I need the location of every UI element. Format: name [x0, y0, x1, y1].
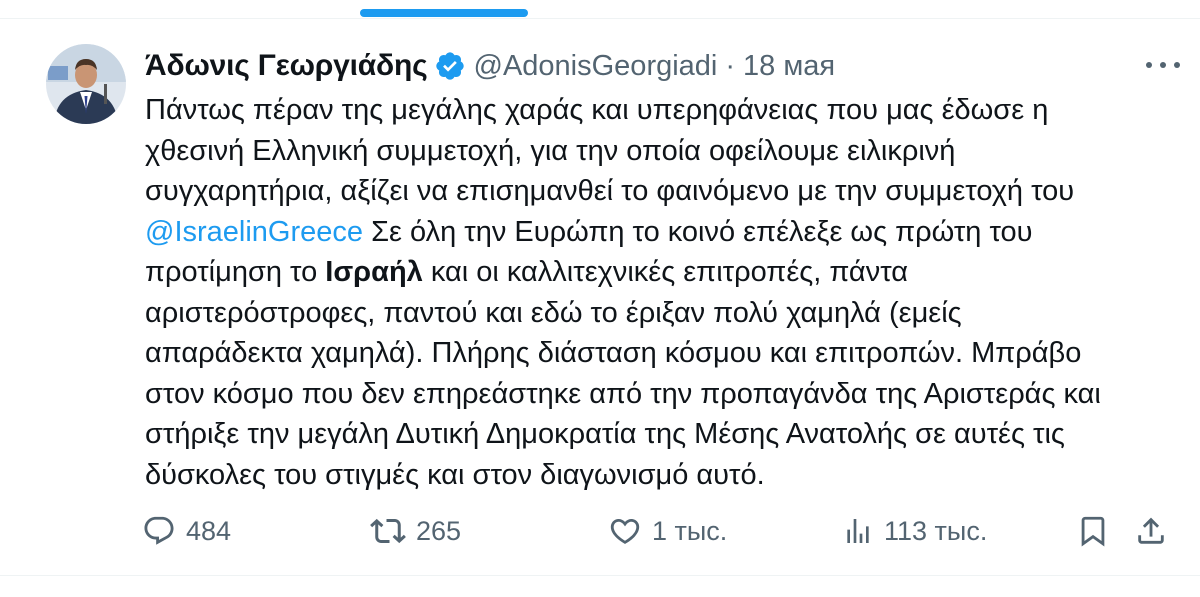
text-segment: Σε όλη την Ευρώπη το κοινό επέλεξε ως πρ…: [363, 215, 1033, 248]
text-segment: στήριξε την μεγάλη Δυτική Δημοκρατία της…: [145, 418, 1065, 450]
verified-badge-icon: [434, 50, 466, 82]
retweet-icon: [370, 518, 406, 544]
views-count: 113 тыс.: [884, 515, 988, 546]
tweet-text-line: χθεσινή Ελληνική συμμετοχή, για την οποί…: [145, 131, 1185, 172]
tweet-text-line: Πάντως πέραν της μεγάλης χαράς και υπερη…: [145, 90, 1185, 131]
bold-text: Ισραήλ: [325, 256, 423, 288]
like-count: 1 тыс.: [652, 515, 728, 546]
more-dot: [1160, 62, 1166, 68]
share-icon: [1138, 517, 1164, 544]
text-segment: χθεσινή Ελληνική συμμετοχή, για την οποί…: [145, 134, 956, 167]
more-options-icon[interactable]: [1146, 52, 1180, 78]
views-chart-icon: [847, 519, 869, 543]
text-segment: απαράδεκτα χαμηλά). Πλήρης διάσταση κόσμ…: [145, 337, 1082, 369]
bookmark-icon: [1081, 516, 1105, 547]
bottom-divider: [0, 575, 1200, 576]
author-handle[interactable]: @AdonisGeorgiadi: [474, 50, 718, 83]
tweet-text: Πάντως πέραν της μεγάλης χαράς και υπερη…: [145, 90, 1185, 495]
avatar-photo: [46, 44, 126, 124]
like-button[interactable]: 1 тыс.: [608, 508, 727, 554]
tweet-text-line: αριστερόστροφες, παντού και εδώ το έριξα…: [145, 293, 1185, 334]
tweet-timestamp[interactable]: 18 мая: [743, 50, 835, 83]
text-segment: αριστερόστροφες, παντού και εδώ το έριξα…: [145, 296, 962, 329]
text-segment: συγχαρητήρια, αξίζει να επισημανθεί το φ…: [145, 175, 1075, 207]
tweet-text-line: στον κόσμο που δεν επηρεάστηκε από την π…: [145, 374, 1185, 415]
tweet-actions-bar: 484 265 1 тыс. 113 тыс.: [142, 508, 1182, 554]
share-button[interactable]: [1134, 508, 1168, 554]
retweet-count: 265: [416, 515, 462, 546]
more-dot: [1146, 62, 1152, 68]
reply-count: 484: [186, 515, 232, 546]
text-segment: στον κόσμο που δεν επηρεάστηκε από την π…: [145, 377, 1101, 410]
bookmark-button[interactable]: [1076, 508, 1110, 554]
text-segment: δύσκολες του στιγμές και στον διαγωνισμό…: [145, 458, 765, 491]
mention-link[interactable]: @IsraelinGreece: [145, 216, 363, 248]
top-divider: [0, 18, 1200, 19]
author-display-name[interactable]: Άδωνις Γεωργιάδης: [145, 49, 428, 83]
tweet-text-line: @IsraelinGreece Σε όλη την Ευρώπη το κοι…: [145, 212, 1185, 253]
tweet-text-line: προτίμηση το Ισραήλ και οι καλλιτεχνικές…: [145, 252, 1185, 293]
text-segment: και οι καλλιτεχνικές επιτροπές, πάντα: [422, 256, 909, 288]
more-dot: [1174, 62, 1180, 68]
tweet-text-line: στήριξε την μεγάλη Δυτική Δημοκρατία της…: [145, 414, 1185, 455]
retweet-button[interactable]: 265: [370, 508, 461, 554]
tweet-page: Άδωνις Γεωργιάδης @AdonisGeorgiadi · 18 …: [0, 0, 1200, 597]
tweet-text-line: συγχαρητήρια, αξίζει να επισημανθεί το φ…: [145, 171, 1185, 212]
header-separator: ·: [725, 49, 736, 82]
views-button[interactable]: 113 тыс.: [842, 508, 987, 554]
active-tab-indicator: [360, 9, 528, 17]
reply-icon: [144, 516, 174, 545]
text-segment: προτίμηση το: [145, 256, 326, 288]
reply-button[interactable]: 484: [142, 508, 231, 554]
heart-icon: [610, 518, 640, 544]
tweet-header: Άδωνις Γεωργιάδης @AdonisGeorgiadi · 18 …: [145, 44, 1180, 88]
tweet-text-line: δύσκολες του στιγμές και στον διαγωνισμό…: [145, 455, 1185, 496]
avatar[interactable]: [46, 44, 126, 124]
text-segment: Πάντως πέραν της μεγάλης χαράς και υπερη…: [145, 94, 1049, 126]
tweet-text-line: απαράδεκτα χαμηλά). Πλήρης διάσταση κόσμ…: [145, 333, 1185, 374]
